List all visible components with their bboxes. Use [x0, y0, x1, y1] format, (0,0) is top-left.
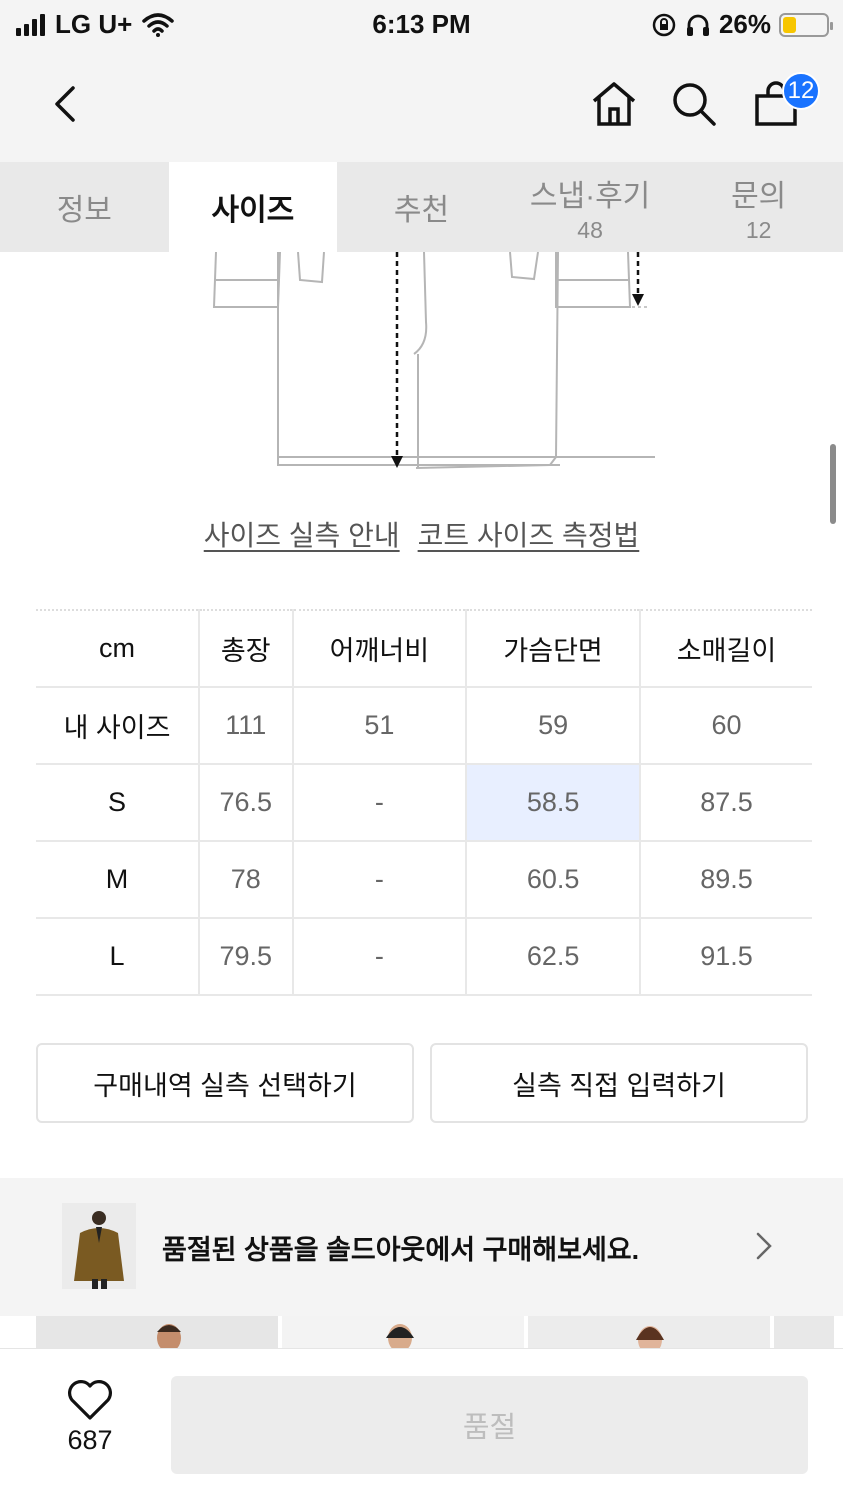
table-cell: 60: [638, 687, 812, 765]
size-measure-guide-link[interactable]: 사이즈 실측 안내: [204, 514, 400, 554]
bottom-purchase-bar: 687 품절: [0, 1348, 843, 1500]
home-icon: [592, 82, 636, 126]
header-cell: cm: [36, 609, 199, 688]
tab-recommend[interactable]: 추천: [337, 162, 506, 252]
like-count: 687: [67, 1425, 113, 1455]
tab-label: 사이즈: [211, 194, 295, 227]
size-table: cm 총장 어깨너비 가슴단면 소매길이 내 사이즈 111 51 59 60 …: [36, 609, 812, 996]
status-bar: LG U+ 6:13 PM 26%: [0, 0, 843, 50]
tab-info[interactable]: 정보: [0, 162, 169, 252]
table-cell: 79.5: [198, 918, 293, 996]
status-right: 26%: [651, 9, 833, 40]
table-cell: 76.5: [198, 764, 293, 842]
table-cell: 60.5: [465, 841, 640, 919]
battery-icon: [779, 12, 833, 37]
sold-out-button[interactable]: 품절: [171, 1376, 808, 1474]
table-cell: 111: [198, 687, 293, 765]
app-header: 12: [0, 50, 843, 162]
header-cell: 가슴단면: [465, 609, 640, 688]
product-thumbnail[interactable]: [528, 1316, 770, 1348]
product-thumbnail[interactable]: [282, 1316, 524, 1348]
tab-label: 문의: [731, 179, 787, 213]
tab-label: 스냅·후기: [529, 179, 651, 213]
product-thumbnail[interactable]: [36, 1316, 278, 1348]
table-cell: 89.5: [638, 841, 812, 919]
table-cell: 87.5: [638, 764, 812, 842]
banner-product-thumbnail: [62, 1203, 136, 1289]
tab-count: 12: [745, 216, 772, 243]
row-label: 내 사이즈: [36, 687, 199, 765]
tab-size[interactable]: 사이즈: [168, 162, 338, 252]
chevron-right-icon: [756, 1232, 772, 1260]
cart-count-badge: 12: [782, 72, 820, 110]
table-cell: 59: [465, 687, 640, 765]
table-cell: 78: [198, 841, 293, 919]
product-tabs: 정보 사이즈 추천 스냅·후기 48 문의 12: [0, 162, 843, 252]
table-cell: 62.5: [465, 918, 640, 996]
table-cell: 51: [291, 687, 467, 765]
row-label: M: [36, 841, 199, 919]
tab-snap-review[interactable]: 스냅·후기 48: [506, 162, 675, 252]
banner-text: 품절된 상품을 솔드아웃에서 구매해보세요.: [162, 1235, 640, 1265]
table-row: M 78 - 60.5 89.5: [36, 841, 812, 919]
table-cell: -: [291, 918, 467, 996]
table-cell: -: [291, 764, 467, 842]
tab-inquiry[interactable]: 문의 12: [674, 162, 843, 252]
recommended-products-strip: [36, 1316, 843, 1348]
coat-size-illustration: [212, 252, 655, 469]
search-icon: [673, 83, 716, 126]
rotation-lock-icon: [652, 13, 676, 36]
table-row: S 76.5 - 58.5 87.5: [36, 764, 812, 842]
header-cell: 소매길이: [638, 609, 812, 688]
battery-percent: 26%: [718, 9, 771, 39]
tab-label: 추천: [393, 194, 450, 227]
header-cell: 총장: [198, 609, 293, 688]
back-button[interactable]: [36, 74, 96, 134]
table-header-row: cm 총장 어깨너비 가슴단면 소매길이: [36, 609, 812, 688]
row-label: S: [36, 764, 199, 842]
table-cell-highlighted: 58.5: [465, 764, 640, 842]
manual-measure-input-button[interactable]: 실측 직접 입력하기: [430, 1043, 808, 1123]
size-actions: 구매내역 실측 선택하기 실측 직접 입력하기: [36, 1043, 808, 1123]
headphones-icon: [686, 14, 709, 36]
back-icon: [55, 86, 75, 122]
select-purchase-history-button[interactable]: 구매내역 실측 선택하기: [36, 1043, 414, 1123]
row-label: L: [36, 918, 199, 996]
tab-count: 48: [577, 216, 603, 243]
size-guide-links: 사이즈 실측 안내 코트 사이즈 측정법: [0, 514, 843, 554]
soldout-banner[interactable]: 품절된 상품을 솔드아웃에서 구매해보세요.: [0, 1178, 843, 1316]
home-button[interactable]: [584, 74, 644, 134]
table-row: 내 사이즈 111 51 59 60: [36, 687, 812, 765]
like-button[interactable]: 687: [40, 1379, 140, 1456]
header-cell: 어깨너비: [291, 609, 467, 688]
tab-label: 정보: [56, 194, 112, 227]
scrollbar[interactable]: [830, 444, 836, 524]
table-row: L 79.5 - 62.5 91.5: [36, 918, 812, 996]
cart-button[interactable]: 12: [746, 72, 820, 134]
heart-icon: [68, 1380, 112, 1420]
product-thumbnail[interactable]: [774, 1316, 834, 1348]
coat-measure-method-link[interactable]: 코트 사이즈 측정법: [418, 514, 640, 554]
table-cell: 91.5: [638, 918, 812, 996]
table-cell: -: [291, 841, 467, 919]
search-button[interactable]: [664, 74, 724, 134]
